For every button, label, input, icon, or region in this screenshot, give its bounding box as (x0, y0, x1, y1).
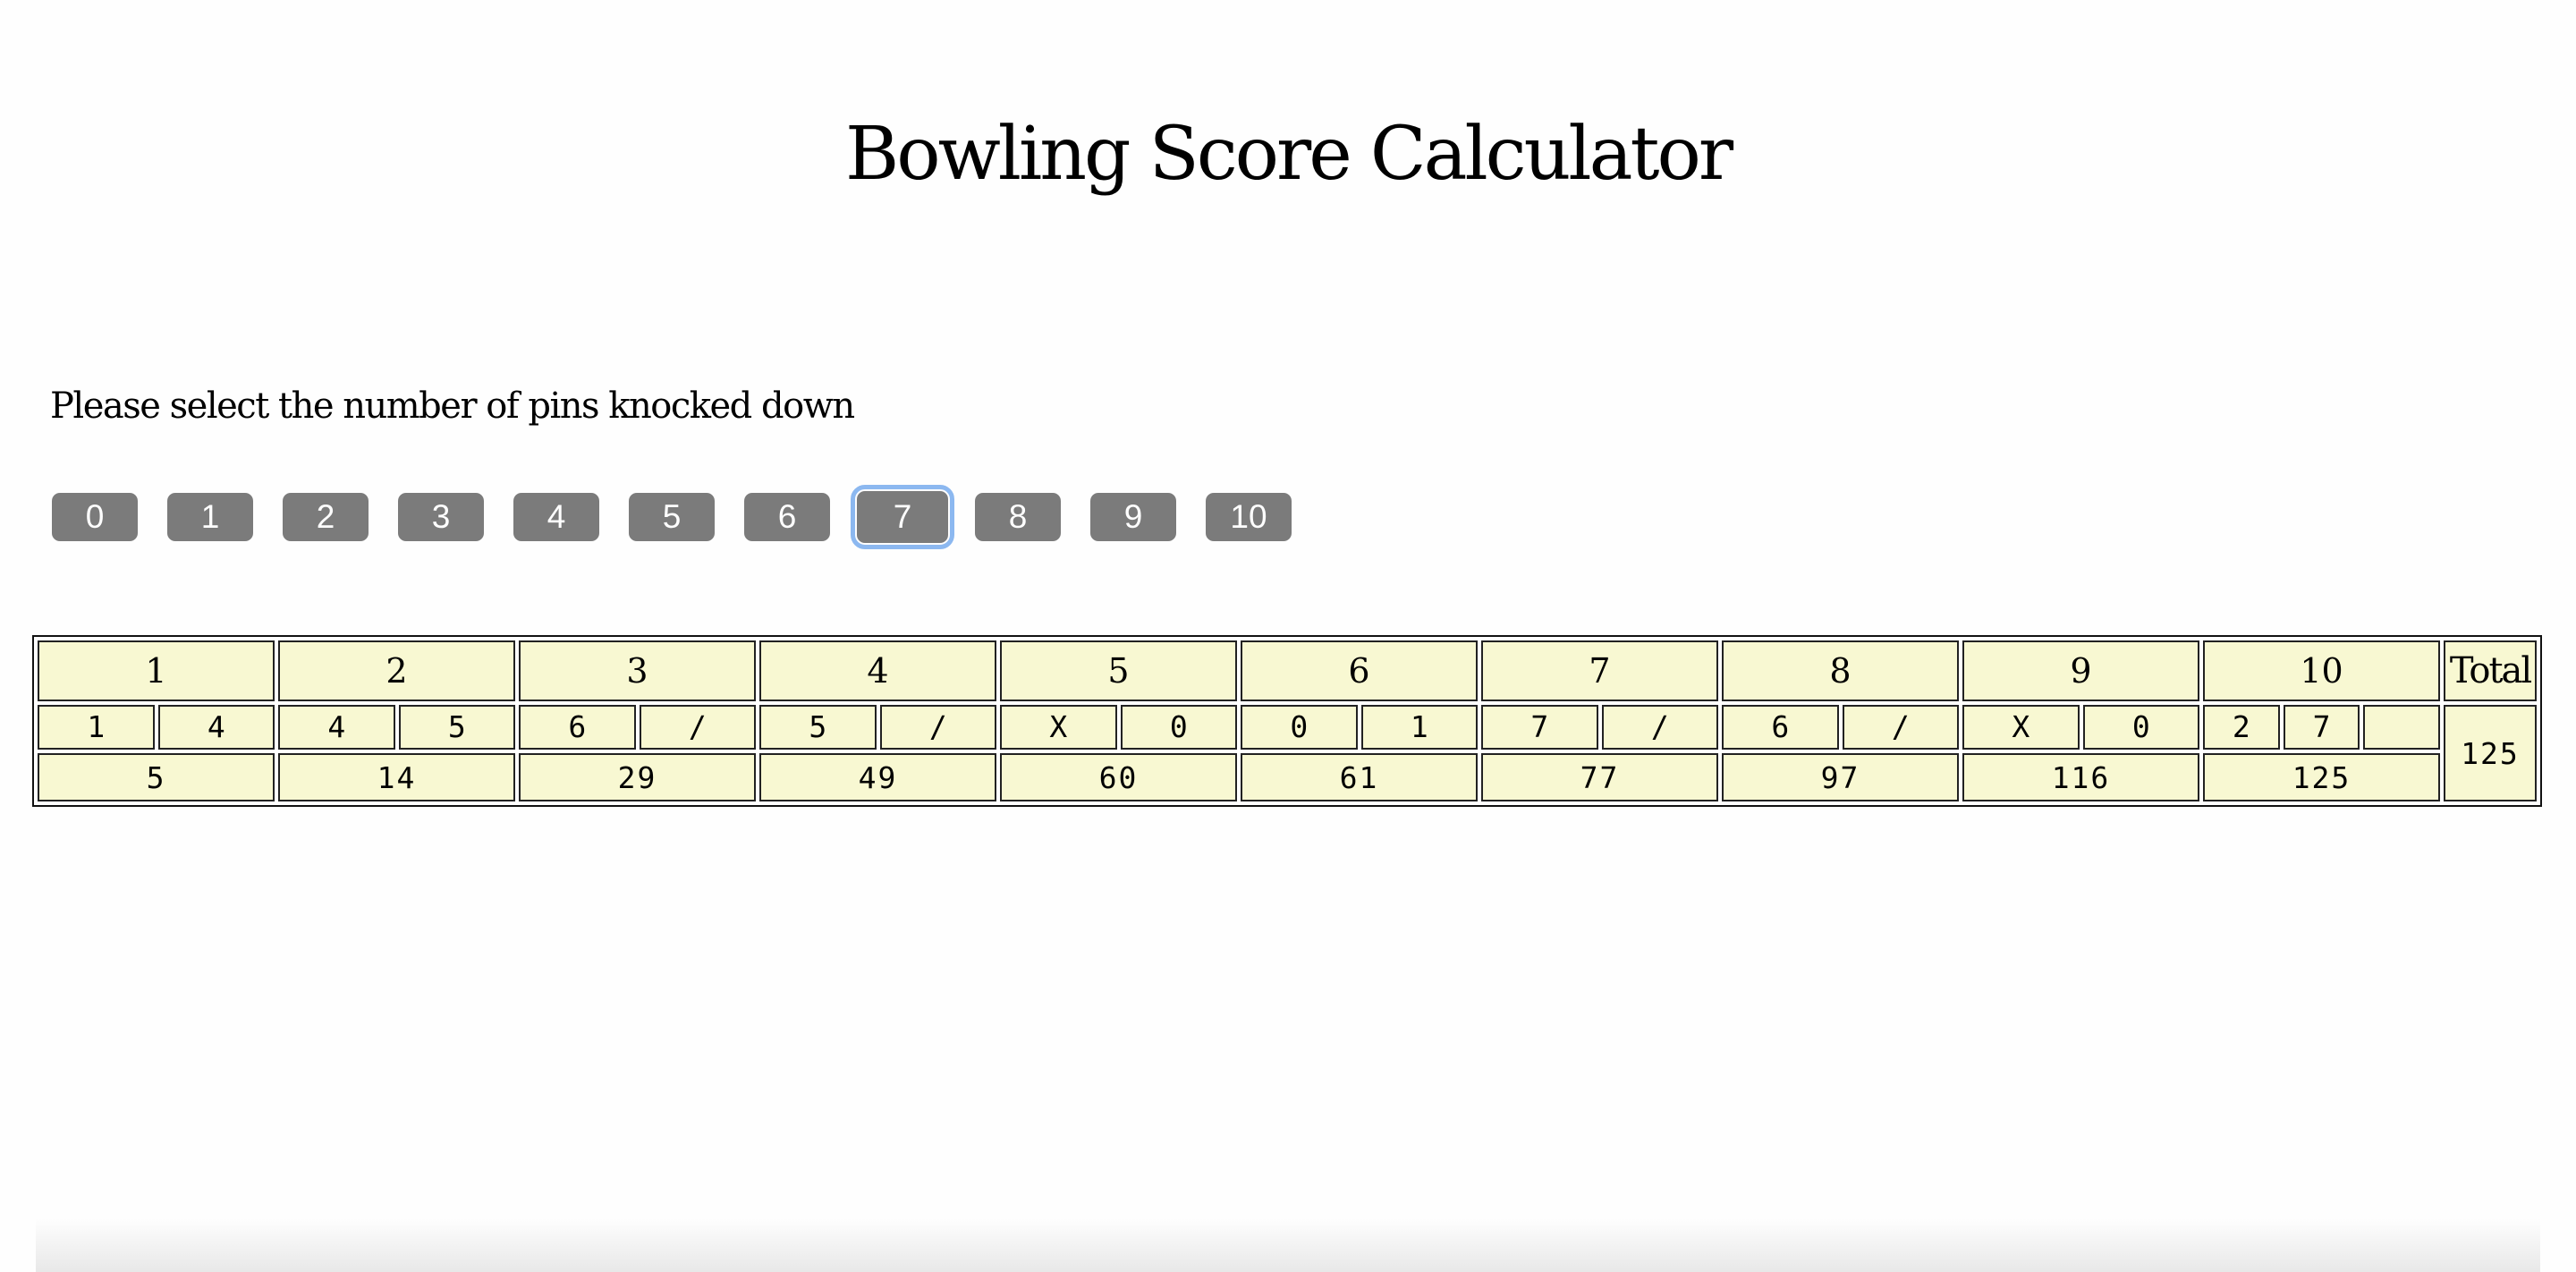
roll-box: / (639, 705, 756, 750)
roll-box: 7 (1481, 705, 1598, 750)
frame-rolls: 5 / (759, 705, 996, 750)
pin-button-8[interactable]: 8 (975, 493, 1061, 541)
roll-box: X (1000, 705, 1117, 750)
roll-box: 5 (759, 705, 877, 750)
frame-score: 77 (1481, 753, 1718, 801)
pin-button-7[interactable]: 7 (851, 485, 954, 549)
frame-rolls: 2 7 (2203, 705, 2441, 750)
roll-box: 4 (278, 705, 395, 750)
frame-header: 4 (759, 640, 996, 701)
roll-box: 6 (1722, 705, 1839, 750)
frame-header: 10 (2203, 640, 2440, 701)
frame-rolls: 6 / (1722, 705, 1959, 750)
total-score: 125 (2444, 705, 2537, 801)
frame-header: 1 (38, 640, 275, 701)
frame-header: 6 (1241, 640, 1478, 701)
frame-score: 29 (519, 753, 756, 801)
frame-score: 125 (2203, 753, 2440, 801)
pin-button-0[interactable]: 0 (52, 493, 138, 541)
pin-button-9[interactable]: 9 (1090, 493, 1176, 541)
page-title: Bowling Score Calculator (844, 112, 1733, 197)
pin-button-2[interactable]: 2 (283, 493, 369, 541)
roll-box: X (1962, 705, 2080, 750)
roll-box: 0 (1241, 705, 1358, 750)
roll-box: / (1842, 705, 1959, 750)
frame-score: 60 (1000, 753, 1237, 801)
frame-score: 61 (1241, 753, 1478, 801)
frame-header: 8 (1722, 640, 1959, 701)
frame-header: 5 (1000, 640, 1237, 701)
total-header: Total (2444, 640, 2537, 701)
roll-box: 2 (2203, 705, 2280, 750)
frame-score: 97 (1722, 753, 1959, 801)
window-bottom-shadow (36, 1218, 2540, 1272)
roll-box: 0 (1120, 705, 1237, 750)
pin-button-5[interactable]: 5 (629, 493, 715, 541)
roll-box: 6 (519, 705, 636, 750)
frame-rolls: 1 4 (38, 705, 275, 750)
pin-selection-prompt: Please select the number of pins knocked… (50, 386, 855, 427)
frame-rolls: 7 / (1481, 705, 1718, 750)
frame-rolls: X 0 (1962, 705, 2199, 750)
pin-button-10[interactable]: 10 (1206, 493, 1292, 541)
scorecard-table: 1 2 3 4 5 6 7 8 9 10 Total 1 4 4 5 6 / 5… (32, 635, 2542, 807)
pin-button-3[interactable]: 3 (398, 493, 484, 541)
frame-header: 3 (519, 640, 756, 701)
frame-header: 2 (278, 640, 515, 701)
frame-score: 14 (278, 753, 515, 801)
frame-rolls: X 0 (1000, 705, 1237, 750)
frame-header-row: 1 2 3 4 5 6 7 8 9 10 Total (38, 640, 2537, 701)
roll-box: 0 (2082, 705, 2199, 750)
roll-box: / (1601, 705, 1718, 750)
frame-score: 116 (1962, 753, 2199, 801)
frame-rolls: 4 5 (278, 705, 515, 750)
frame-score: 49 (759, 753, 996, 801)
frame-header: 9 (1962, 640, 2199, 701)
roll-box: 4 (157, 705, 275, 750)
frame-rolls: 6 / (519, 705, 756, 750)
pin-button-4[interactable]: 4 (513, 493, 599, 541)
pin-button-6[interactable]: 6 (744, 493, 830, 541)
frame-score: 5 (38, 753, 275, 801)
frame-rolls: 0 1 (1241, 705, 1478, 750)
frame-header: 7 (1481, 640, 1718, 701)
cumulative-score-row: 5 14 29 49 60 61 77 97 116 125 (38, 753, 2537, 801)
rolls-row: 1 4 4 5 6 / 5 / X 0 0 1 7 / 6 / X 0 2 7 … (38, 705, 2537, 801)
pin-button-1[interactable]: 1 (167, 493, 253, 541)
roll-box: 7 (2283, 705, 2360, 750)
roll-box: 1 (1360, 705, 1478, 750)
roll-box: 1 (38, 705, 155, 750)
roll-box: / (879, 705, 996, 750)
roll-box: 5 (398, 705, 515, 750)
roll-box (2363, 705, 2441, 750)
